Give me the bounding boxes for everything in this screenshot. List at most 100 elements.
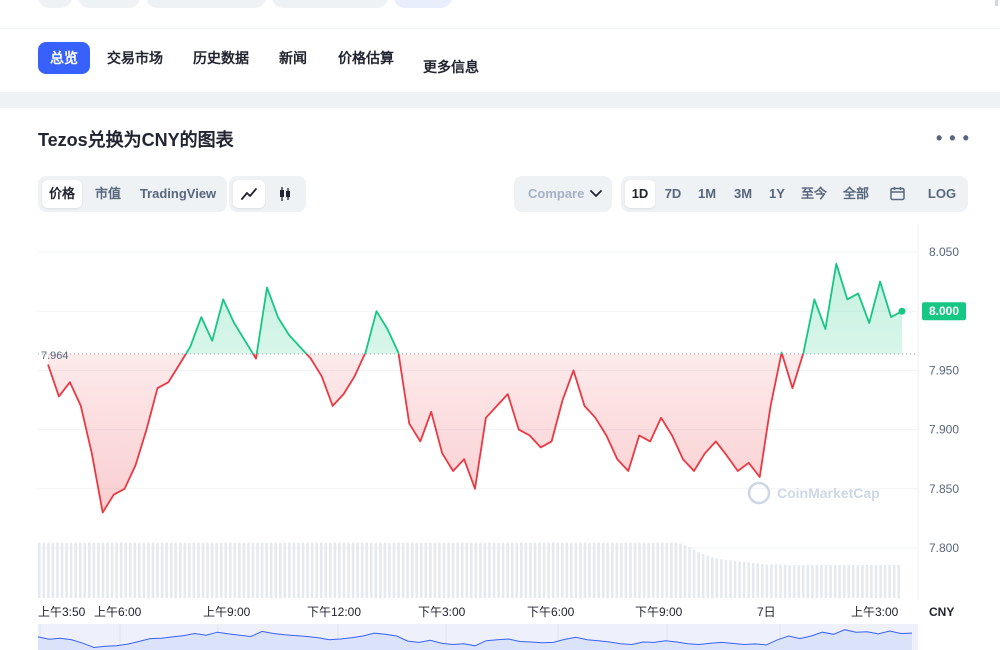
volume-bar: [433, 542, 437, 598]
volume-bar: [520, 542, 523, 598]
volume-bar: [833, 565, 837, 598]
volume-bar: [342, 542, 346, 598]
volume-bar: [438, 542, 441, 598]
volume-bar: [583, 542, 587, 598]
volume-bar: [815, 565, 819, 598]
volume-bar: [892, 565, 896, 598]
volume-bar: [879, 565, 882, 598]
volume-bar: [147, 542, 150, 598]
y-tick-label: 7.950: [929, 363, 959, 377]
volume-bar: [288, 542, 291, 598]
volume-bar: [620, 542, 623, 598]
volume-bar: [533, 542, 537, 598]
volume-bar: [388, 542, 391, 598]
volume-bar: [711, 557, 714, 598]
volume-bar: [756, 563, 760, 598]
current-price-label: 8.000: [929, 304, 959, 318]
range-navigator[interactable]: [37, 624, 918, 650]
volume-bar: [310, 542, 314, 598]
volume-bar: [183, 542, 187, 598]
volume-bar: [238, 542, 241, 598]
volume-bar: [747, 562, 750, 598]
x-tick-label: 上午3:00: [851, 605, 899, 619]
volume-bar: [392, 542, 396, 598]
volume-bar: [338, 542, 341, 598]
volume-bar: [824, 565, 828, 598]
volume-bar: [269, 542, 273, 598]
volume-bar: [60, 542, 64, 598]
volume-bar: [842, 565, 846, 598]
current-price-dot: [898, 307, 906, 315]
volume-bar: [256, 542, 259, 598]
volume-bar: [856, 565, 860, 598]
volume-bar: [279, 542, 282, 598]
volume-bar: [697, 552, 700, 598]
volume-bar: [165, 542, 168, 598]
volume-bar: [542, 542, 546, 598]
volume-bar: [379, 542, 382, 598]
volume-bar: [429, 542, 432, 598]
volume-bar: [751, 562, 755, 598]
volume-bar: [260, 542, 264, 598]
volume-bar: [442, 542, 446, 598]
volume-bar: [524, 542, 528, 598]
volume-bar: [897, 565, 901, 598]
volume-bar: [306, 542, 309, 598]
volume-bar: [410, 542, 414, 598]
volume-bar: [447, 542, 450, 598]
volume-bar: [497, 542, 500, 598]
volume-bar: [606, 542, 610, 598]
volume-bar: [479, 542, 482, 598]
volume-bar: [701, 554, 705, 598]
volume-bar: [538, 542, 541, 598]
volume-bar: [56, 542, 59, 598]
x-tick-label: 下午12:00: [307, 605, 361, 619]
volume-bar: [501, 542, 505, 598]
y-tick-label: 7.850: [929, 482, 959, 496]
volume-bar: [329, 542, 332, 598]
y-tick-label: 7.800: [929, 541, 959, 555]
volume-bar: [201, 542, 205, 598]
volume-bar: [138, 542, 141, 598]
volume-bar: [483, 542, 487, 598]
volume-bar: [724, 559, 728, 598]
price-chart[interactable]: CoinMarketCap 8.050 8.000 7.950 7.900 7.850 7…: [0, 0, 1000, 650]
volume-bar: [365, 542, 369, 598]
volume-bar: [297, 542, 300, 598]
volume-bar: [706, 555, 710, 598]
x-tick-label: 下午6:00: [527, 605, 575, 619]
volume-bar: [347, 542, 350, 598]
volume-bar: [792, 565, 796, 598]
volume-bar: [811, 565, 814, 598]
volume-bar: [224, 542, 228, 598]
volume-bar: [642, 542, 646, 598]
volume-bar: [192, 542, 196, 598]
volume-bar: [401, 542, 405, 598]
volume-bar: [115, 542, 118, 598]
volume-bar: [560, 542, 564, 598]
volume-bar: [42, 542, 46, 598]
volume-bar: [829, 565, 832, 598]
volume-bar: [888, 565, 891, 598]
volume-bar: [565, 542, 569, 598]
volume-bar: [683, 545, 687, 598]
x-tick-label: 上午6:00: [94, 605, 142, 619]
volume-bar: [883, 565, 887, 598]
volume-bar: [597, 542, 600, 598]
volume-bar: [529, 542, 532, 598]
y-tick-label: 7.900: [929, 423, 959, 437]
volume-bar: [456, 542, 459, 598]
volume-bar: [69, 542, 73, 598]
volume-bar: [374, 542, 378, 598]
volume-bar: [251, 542, 255, 598]
volume-bar: [383, 542, 387, 598]
volume-bar: [351, 542, 355, 598]
volume-bar: [360, 542, 364, 598]
volume-bar: [206, 542, 209, 598]
volume-bar: [283, 542, 287, 598]
volume-bar: [515, 542, 519, 598]
volume-bar: [870, 565, 873, 598]
volume-bar: [133, 542, 137, 598]
volume-bar: [424, 542, 428, 598]
volume-bar: [729, 560, 732, 598]
